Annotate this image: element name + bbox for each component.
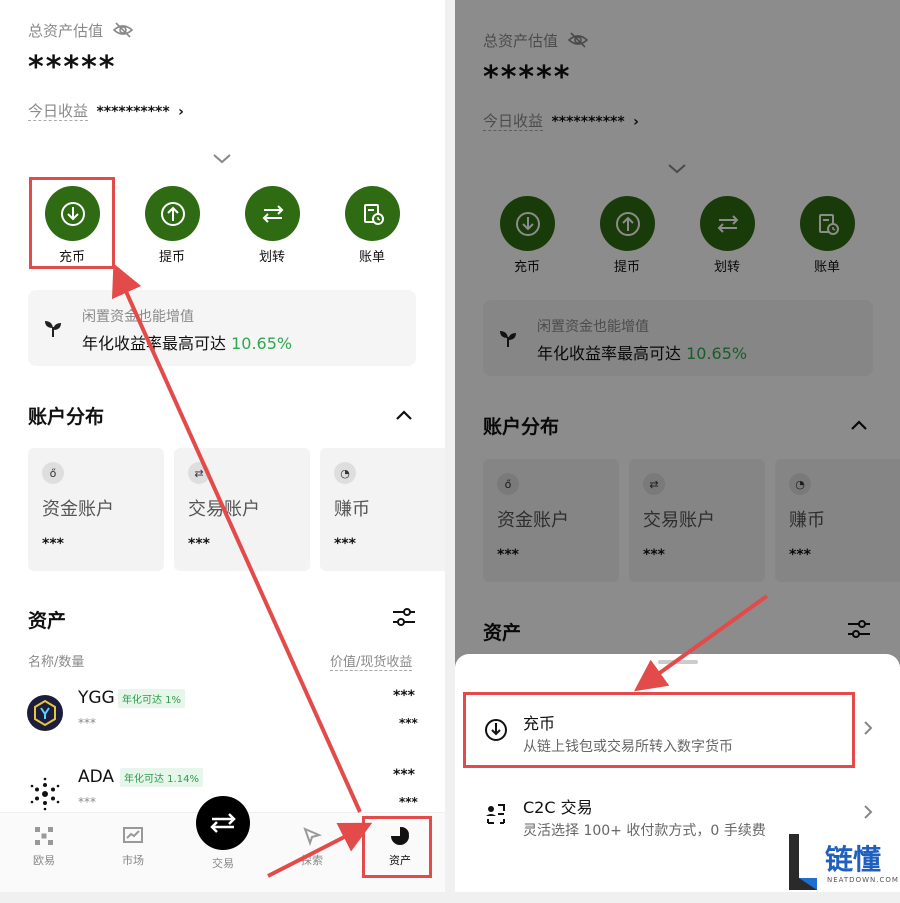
watermark-brand: 链懂	[825, 843, 882, 876]
annotation-arrow	[633, 594, 769, 692]
neatdown-logo-icon	[789, 834, 817, 890]
neatdown-watermark: 链懂 NEATDOWN.COM	[785, 832, 900, 892]
watermark-domain: NEATDOWN.COM	[827, 876, 899, 884]
assets-screen-left: 总资产估值 ***** 今日收益 ********** › 充币 提币 划转 账…	[0, 0, 445, 892]
annotation-arrows	[111, 263, 373, 878]
assets-screen-right: 总资产估值 ***** 今日收益 ********** › 充币 提币 划转 账…	[455, 0, 900, 892]
